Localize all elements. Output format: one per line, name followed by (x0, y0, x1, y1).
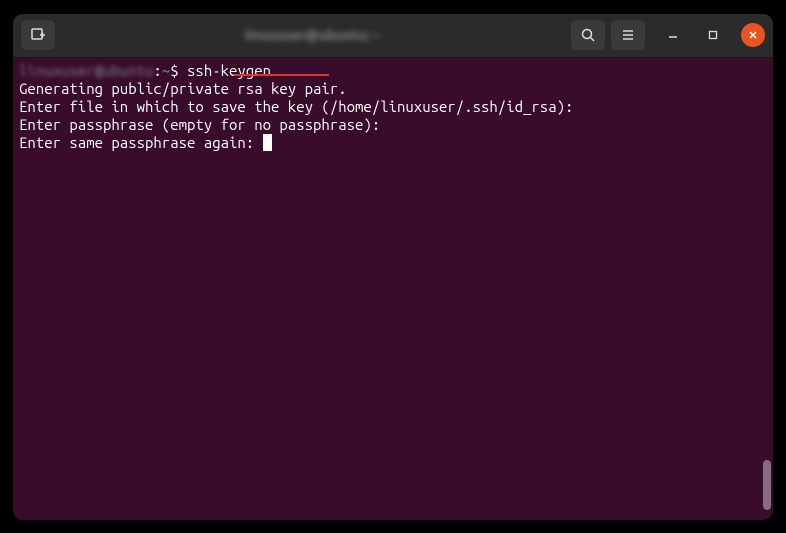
prompt-line: linuxuser@ubuntu:~$ ssh-keygen (19, 62, 767, 80)
close-button[interactable] (741, 23, 765, 47)
search-button[interactable] (571, 20, 605, 50)
close-icon (748, 30, 758, 40)
prompt-sep: : (153, 62, 161, 79)
output-line: Generating public/private rsa key pair. (19, 80, 767, 98)
prompt-path: ~ (162, 62, 170, 79)
output-line: Enter file in which to save the key (/ho… (19, 98, 767, 116)
titlebar: linuxuser@ubuntu: ~ (13, 14, 773, 58)
prompt-symbol: $ (170, 62, 187, 79)
terminal-body[interactable]: linuxuser@ubuntu:~$ ssh-keygen Generatin… (13, 58, 773, 520)
hamburger-icon (620, 27, 636, 43)
terminal-window: linuxuser@ubuntu: ~ (13, 14, 773, 520)
output-line: Enter same passphrase again: (19, 134, 767, 152)
minimize-button[interactable] (661, 23, 685, 47)
window-title: linuxuser@ubuntu: ~ (61, 27, 565, 43)
cursor (263, 134, 272, 151)
command-text: ssh-keygen (187, 62, 271, 79)
scrollbar[interactable] (763, 460, 771, 510)
command-highlight (234, 74, 329, 76)
prompt-user: linuxuser@ubuntu (19, 62, 153, 79)
new-tab-button[interactable] (21, 20, 55, 50)
minimize-icon (668, 30, 678, 40)
output-line: Enter passphrase (empty for no passphras… (19, 116, 767, 134)
search-icon (580, 27, 596, 43)
maximize-button[interactable] (701, 23, 725, 47)
menu-button[interactable] (611, 20, 645, 50)
output-text: Enter same passphrase again: (19, 134, 263, 151)
new-tab-icon (30, 27, 46, 43)
maximize-icon (708, 30, 718, 40)
